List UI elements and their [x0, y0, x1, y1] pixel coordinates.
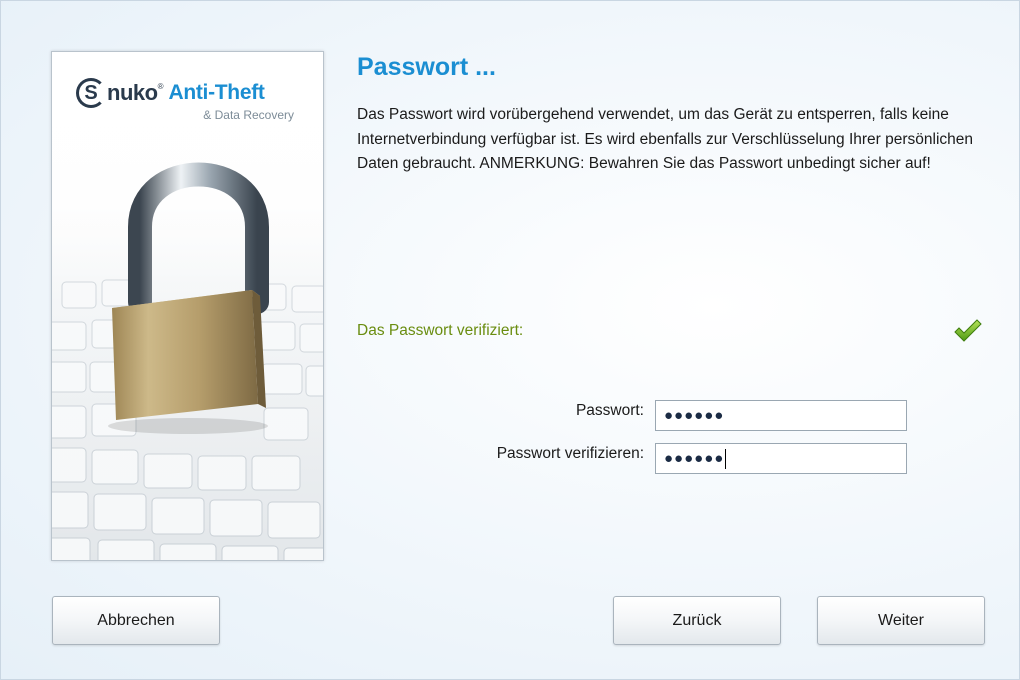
back-button[interactable]: Zurück [613, 596, 781, 645]
page-title: Passwort ... [357, 53, 496, 81]
page-description: Das Passwort wird vorübergehend verwende… [357, 106, 974, 172]
promo-panel: S nuko ® Anti-Theft & Data Recovery [51, 51, 324, 561]
next-button[interactable]: Weiter [817, 596, 985, 645]
text-caret [725, 448, 727, 469]
logo-tagline: & Data Recovery [203, 108, 294, 122]
password-label: Passwort: [575, 402, 644, 419]
password-field-value: ●●●●●● [664, 407, 725, 424]
checkmark-icon [954, 319, 982, 342]
snuko-logo: S nuko ® Anti-Theft & Data Recovery [76, 78, 316, 138]
logo-product: Anti-Theft [168, 81, 265, 104]
verify-password-field[interactable]: ●●●●●● [655, 443, 907, 474]
password-field[interactable]: ●●●●●● [655, 400, 907, 431]
verify-status-text: Das Passwort verifiziert: [357, 322, 524, 339]
verify-password-label: Passwort verifizieren: [496, 445, 644, 462]
logo-mark: S [76, 78, 106, 108]
verify-password-field-value: ●●●●●● [664, 450, 725, 467]
cancel-button[interactable]: Abbrechen [52, 596, 220, 645]
logo-name: nuko [107, 80, 158, 105]
logo-registered-mark: ® [157, 82, 164, 91]
